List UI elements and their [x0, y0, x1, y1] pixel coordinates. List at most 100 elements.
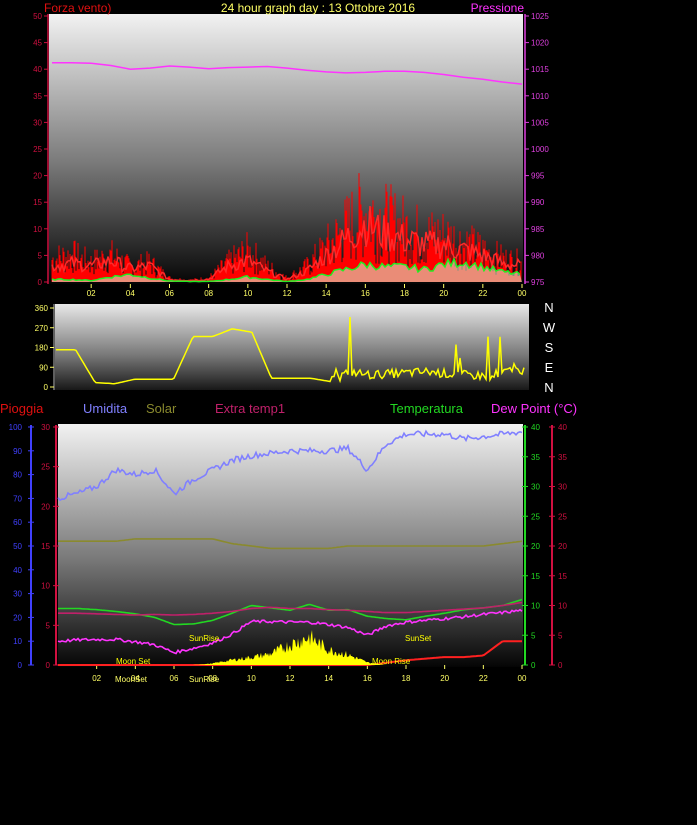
temperature-axis-tick-label: 5 — [531, 631, 536, 640]
hour-tick-label: 22 — [478, 289, 487, 298]
temperature-axis-tick-label: 0 — [531, 661, 536, 670]
solar-axis-label: Solar — [146, 401, 177, 416]
wind-axis-tick-label: 20 — [33, 172, 42, 181]
hour-tick-label: 20 — [439, 289, 448, 298]
wind-axis-tick-label: 5 — [38, 251, 43, 260]
hour-tick-label: 10 — [243, 289, 252, 298]
dewpoint-axis-tick-label: 10 — [558, 602, 567, 611]
hour-tick-label: 10 — [247, 674, 256, 683]
wind-axis-tick-label: 50 — [33, 12, 42, 21]
wind-axis-tick-label: 40 — [33, 65, 42, 74]
rain-axis-label: Pioggia — [0, 401, 44, 416]
dewpoint-axis-tick-label: 35 — [558, 453, 567, 462]
temperature-axis-tick-label: 15 — [531, 572, 540, 581]
dewpoint-axis-tick-label: 5 — [558, 631, 563, 640]
compass-letter: E — [545, 360, 554, 375]
weather-graphs: Forza vento) 24 hour graph day : 13 Otto… — [0, 1, 577, 684]
rain-axis-tick-label: 15 — [41, 542, 50, 551]
wind-axis-tick-label: 10 — [33, 225, 42, 234]
rain-axis-tick-label: 0 — [46, 661, 51, 670]
pressure-axis-tick-label: 995 — [531, 172, 545, 181]
hour-tick-label: 08 — [204, 289, 213, 298]
direction-axis-tick-label: 90 — [39, 363, 48, 372]
hour-tick-label: 14 — [324, 674, 333, 683]
direction-axis-tick-label: 360 — [35, 304, 49, 313]
sunrise-sublabel: SunRise — [189, 675, 220, 684]
humidity-axis-tick-label: 60 — [13, 518, 22, 527]
pressure-axis-tick-label: 1015 — [531, 65, 549, 74]
direction-axis-tick-label: 0 — [44, 383, 49, 392]
hour-tick-label: 16 — [363, 674, 372, 683]
dewpoint-axis-tick-label: 15 — [558, 572, 567, 581]
direction-axis-tick-label: 180 — [35, 344, 49, 353]
hour-tick-label: 06 — [170, 674, 179, 683]
dewpoint-axis-tick-label: 30 — [558, 483, 567, 492]
compass-letter: N — [544, 380, 553, 395]
extratemp-axis-label: Extra temp1 — [215, 401, 285, 416]
pressure-axis-tick-label: 1025 — [531, 12, 549, 21]
humidity-axis-tick-label: 0 — [18, 661, 23, 670]
pressure-axis-tick-label: 1000 — [531, 145, 549, 154]
top-left-axis-label: Forza vento) — [44, 1, 111, 15]
temperature-axis-label: Temperatura — [390, 401, 464, 416]
humidity-axis-tick-label: 100 — [9, 423, 23, 432]
hour-tick-label: 18 — [402, 674, 411, 683]
rain-axis-tick-label: 25 — [41, 463, 50, 472]
humidity-axis-tick-label: 70 — [13, 494, 22, 503]
top-chart-title: 24 hour graph day : 13 Ottobre 2016 — [221, 1, 415, 15]
hour-tick-label: 00 — [518, 674, 527, 683]
hour-tick-label: 04 — [126, 289, 135, 298]
hour-tick-label: 14 — [322, 289, 331, 298]
rain-axis-tick-label: 20 — [41, 502, 50, 511]
sunrise-label: SunRise — [189, 634, 220, 643]
humidity-axis-tick-label: 90 — [13, 447, 22, 456]
humidity-axis-tick-label: 30 — [13, 590, 22, 599]
pressure-axis-tick-label: 990 — [531, 198, 545, 207]
hour-tick-label: 16 — [361, 289, 370, 298]
pressure-axis-tick-label: 1005 — [531, 118, 549, 127]
moonrise-label: Moon Rise — [372, 657, 411, 666]
temperature-axis-tick-label: 30 — [531, 483, 540, 492]
rain-axis-tick-label: 30 — [41, 423, 50, 432]
temperature-axis-tick-label: 40 — [531, 423, 540, 432]
compass-letter: S — [545, 340, 554, 355]
hour-tick-label: 12 — [286, 674, 295, 683]
temperature-axis-tick-label: 20 — [531, 542, 540, 551]
wind-axis-tick-label: 45 — [33, 39, 42, 48]
wind-axis-tick-label: 25 — [33, 145, 42, 154]
rain-axis-tick-label: 10 — [41, 582, 50, 591]
wind-axis-tick-label: 15 — [33, 198, 42, 207]
sunset-label: SunSet — [405, 634, 432, 643]
dewpoint-axis-tick-label: 40 — [558, 423, 567, 432]
pressure-axis-tick-label: 985 — [531, 225, 545, 234]
wind-axis-tick-label: 35 — [33, 92, 42, 101]
humidity-axis-tick-label: 10 — [13, 637, 22, 646]
hour-tick-label: 22 — [479, 674, 488, 683]
temperature-axis-tick-label: 35 — [531, 453, 540, 462]
direction-plot-area — [55, 304, 529, 390]
hour-tick-label: 06 — [165, 289, 174, 298]
hour-tick-label: 20 — [440, 674, 449, 683]
pressure-axis-tick-label: 975 — [531, 278, 545, 287]
hour-tick-label: 02 — [92, 674, 101, 683]
compass-letter: W — [543, 320, 556, 335]
direction-axis-tick-label: 270 — [35, 324, 49, 333]
wind-pressure-plot-area — [49, 14, 523, 284]
humidity-axis-label: Umidita — [83, 401, 128, 416]
pressure-axis-tick-label: 1010 — [531, 92, 549, 101]
hour-tick-label: 12 — [283, 289, 292, 298]
dewpoint-axis-tick-label: 25 — [558, 512, 567, 521]
moonset-label: Moon Set — [116, 657, 151, 666]
hour-tick-label: 18 — [400, 289, 409, 298]
top-right-axis-label: Pressione — [471, 1, 525, 15]
rain-axis-tick-label: 5 — [46, 621, 51, 630]
wind-axis-tick-label: 30 — [33, 118, 42, 127]
pressure-axis-tick-label: 980 — [531, 251, 545, 260]
pressure-axis-tick-label: 1020 — [531, 39, 549, 48]
humidity-axis-tick-label: 40 — [13, 566, 22, 575]
dewpoint-axis-label: Dew Point (°C) — [491, 401, 577, 416]
hour-tick-label: 00 — [518, 289, 527, 298]
hour-tick-label: 02 — [87, 289, 96, 298]
temperature-axis-tick-label: 10 — [531, 602, 540, 611]
humidity-axis-tick-label: 50 — [13, 542, 22, 551]
